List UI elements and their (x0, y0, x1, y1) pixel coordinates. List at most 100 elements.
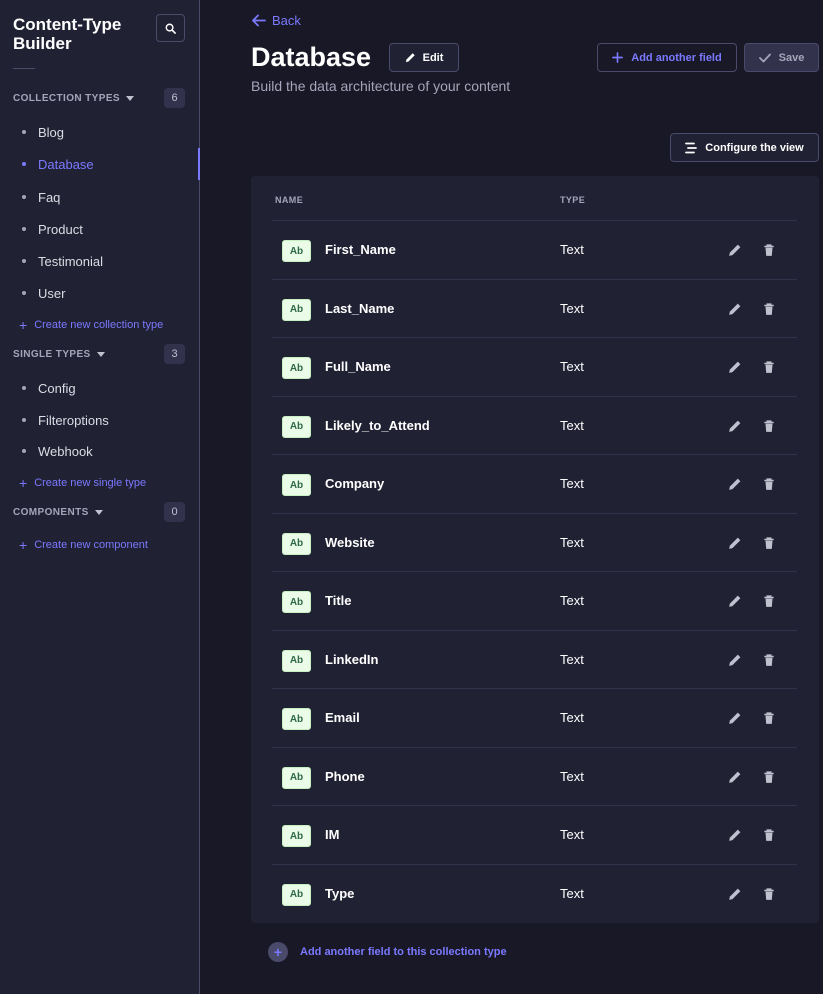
pencil-icon[interactable] (728, 770, 742, 784)
table-row[interactable]: Ab First_Name Text (272, 220, 797, 278)
back-label: Back (272, 13, 301, 28)
trash-icon[interactable] (762, 302, 776, 316)
table-row[interactable]: Ab Full_Name Text (272, 337, 797, 395)
trash-icon[interactable] (762, 887, 776, 901)
field-type: Text (560, 242, 584, 257)
create-single-type-link[interactable]: + Create new single type (19, 475, 146, 491)
field-name: LinkedIn (325, 651, 379, 667)
trash-icon[interactable] (762, 653, 776, 667)
field-name: Title (325, 593, 352, 608)
add-another-field-button[interactable]: Add another field (597, 43, 737, 72)
field-name: Likely_to_Attend (325, 417, 430, 433)
text-type-badge: Ab (282, 766, 311, 789)
table-row[interactable]: Ab Title Text (272, 571, 797, 629)
add-field-label: Add another field (631, 51, 722, 64)
sidebar-item-label: Testimonial (38, 253, 104, 269)
field-name: Website (325, 534, 375, 550)
field-name: First_Name (325, 242, 396, 257)
bullet-icon (22, 162, 26, 166)
back-link[interactable]: Back (251, 13, 301, 28)
table-row[interactable]: Ab Company Text (272, 454, 797, 512)
search-button[interactable] (156, 14, 185, 42)
trash-icon[interactable] (762, 594, 776, 608)
arrow-left-icon (252, 14, 266, 27)
field-name: IM (325, 827, 340, 842)
trash-icon[interactable] (762, 243, 776, 257)
plus-icon: + (19, 537, 28, 553)
configure-view-button[interactable]: Configure the view (670, 133, 819, 162)
search-icon (165, 23, 176, 34)
count-badge: 0 (164, 502, 185, 522)
section-single-types[interactable]: SINGLE TYPES 3 (13, 344, 185, 364)
field-type: Text (560, 534, 584, 550)
table-row[interactable]: Ab Likely_to_Attend Text (272, 395, 797, 454)
field-name: Email (325, 710, 360, 725)
sidebar-item-label: Product (38, 221, 83, 237)
pencil-icon[interactable] (728, 711, 742, 725)
count-badge: 3 (164, 344, 185, 364)
sidebar-item-label: Filteroptions (38, 412, 109, 428)
save-button[interactable]: Save (744, 43, 819, 72)
sidebar-item-label: Faq (38, 189, 61, 205)
table-row[interactable]: Ab Email Text (272, 688, 797, 746)
trash-icon[interactable] (762, 419, 776, 433)
pencil-icon[interactable] (728, 419, 742, 433)
pencil-icon[interactable] (728, 887, 742, 901)
table-row[interactable]: Ab IM Text (272, 805, 797, 863)
section-components[interactable]: COMPONENTS 0 (13, 502, 185, 522)
sidebar-item-config[interactable]: Config (22, 378, 76, 398)
add-field-to-collection-button[interactable]: + Add another field to this collection t… (268, 942, 507, 962)
pencil-icon[interactable] (728, 243, 742, 257)
table-row[interactable]: Ab LinkedIn Text (272, 629, 797, 688)
table-row[interactable]: Ab Last_Name Text (272, 278, 797, 337)
trash-icon[interactable] (762, 477, 776, 491)
create-component-link[interactable]: + Create new component (19, 537, 148, 553)
table-row[interactable]: Ab Website Text (272, 512, 797, 571)
pencil-icon[interactable] (728, 477, 742, 491)
sidebar-item-faq[interactable]: Faq (22, 187, 60, 207)
sidebar: Content-Type Builder COLLECTION TYPES 6 … (0, 0, 200, 994)
check-icon (758, 53, 771, 62)
create-label: Create new collection type (34, 319, 164, 331)
sidebar-item-label: User (38, 285, 66, 301)
plus-icon: + (19, 475, 28, 491)
pencil-icon[interactable] (728, 594, 742, 608)
sidebar-item-product[interactable]: Product (22, 219, 83, 239)
trash-icon[interactable] (762, 536, 776, 550)
create-label: Create new component (34, 539, 148, 551)
active-indicator (198, 148, 200, 180)
field-name: Last_Name (325, 300, 395, 316)
pencil-icon[interactable] (728, 360, 742, 374)
sidebar-item-user[interactable]: User (22, 283, 65, 303)
section-collection-types[interactable]: COLLECTION TYPES 6 (13, 88, 185, 108)
sidebar-item-webhook[interactable]: Webhook (22, 441, 93, 461)
trash-icon[interactable] (762, 711, 776, 725)
configure-label: Configure the view (705, 141, 804, 154)
trash-icon[interactable] (762, 828, 776, 842)
page-title: Database (251, 42, 372, 72)
caret-down-icon (96, 351, 105, 357)
create-label: Create new single type (34, 477, 147, 489)
pencil-icon[interactable] (728, 302, 742, 316)
sidebar-item-blog[interactable]: Blog (22, 122, 64, 142)
text-type-badge: Ab (282, 825, 311, 847)
sidebar-item-database[interactable]: Database (22, 154, 94, 174)
column-header-type: TYPE (560, 195, 586, 205)
table-row[interactable]: Ab Phone Text (272, 746, 797, 805)
edit-button[interactable]: Edit (389, 43, 459, 72)
pencil-icon[interactable] (728, 653, 742, 667)
sidebar-item-label: Webhook (38, 443, 93, 459)
section-label: COMPONENTS (13, 506, 89, 518)
sidebar-item-testimonial[interactable]: Testimonial (22, 251, 103, 271)
create-collection-type-link[interactable]: + Create new collection type (19, 317, 163, 333)
table-row[interactable]: Ab Type Text (272, 863, 797, 922)
pencil-icon[interactable] (728, 536, 742, 550)
field-name: Phone (325, 768, 365, 784)
field-type: Text (560, 710, 584, 725)
trash-icon[interactable] (762, 360, 776, 374)
pencil-icon[interactable] (728, 828, 742, 842)
trash-icon[interactable] (762, 770, 776, 784)
edit-label: Edit (422, 51, 444, 64)
sidebar-item-filteroptions[interactable]: Filteroptions (22, 410, 109, 430)
field-type: Text (560, 885, 584, 901)
